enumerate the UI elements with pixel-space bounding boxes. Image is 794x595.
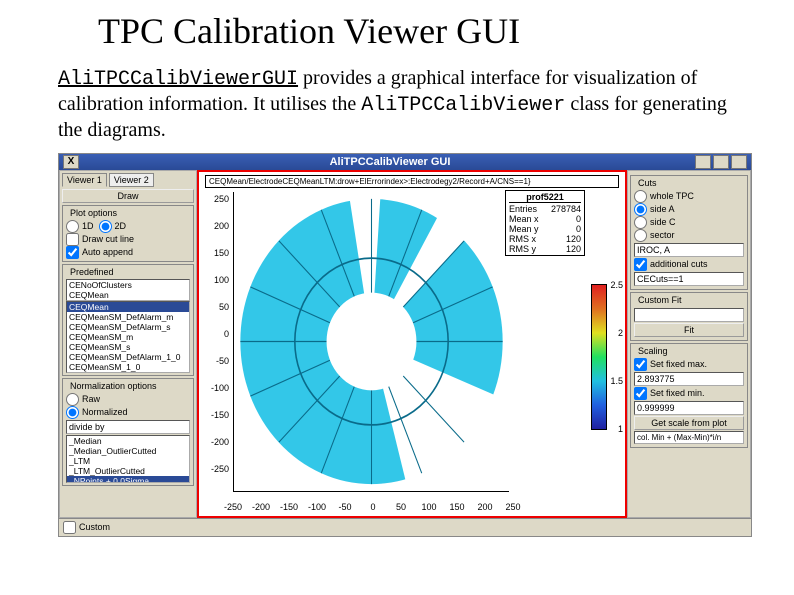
tab-viewer2[interactable]: Viewer 2 [109,173,154,187]
cb-setmin[interactable]: Set fixed min. [634,387,744,400]
radio-sideA[interactable]: side A [634,203,744,216]
sector-field[interactable]: IROC, A [634,243,744,257]
scaling-group: Scaling Set fixed max. 2.893775 Set fixe… [630,343,748,448]
radio-sideC[interactable]: side C [634,216,744,229]
radio-1d[interactable]: ​1D ​2D [66,220,190,233]
radio-normalized[interactable]: Normalized [66,406,190,419]
formula-label: col. Min + (Max-Min)*i/n [634,431,744,444]
fit-field[interactable] [634,308,744,322]
window-title: AliTPCCalibViewer GUI [85,156,695,168]
cb-custom[interactable]: Custom [63,521,747,534]
titlebar[interactable]: X AliTPCCalibViewer GUI [59,154,751,170]
right-panel: Cuts whole TPC side A side C sector IROC… [627,170,751,518]
normalization-group: Normalization options Raw Normalized div… [62,378,194,486]
description: AliTPCCalibViewerGUI provides a graphica… [58,66,744,143]
app-window: X AliTPCCalibViewer GUI Viewer 1 Viewer … [58,153,752,537]
page-title: TPC Calibration Viewer GUI [98,10,744,52]
min-field[interactable]: 0.999999 [634,401,744,415]
radio-whole[interactable]: whole TPC [634,190,744,203]
left-panel: Viewer 1 Viewer 2 Draw Plot options ​1D … [59,170,197,518]
plot-options-group: Plot options ​1D ​2D Draw cut line Auto … [62,205,194,262]
radio-sector[interactable]: sector [634,229,744,242]
close-window-icon[interactable] [731,155,747,169]
cb-setmax[interactable]: Set fixed max. [634,358,744,371]
maximize-icon[interactable] [713,155,729,169]
cb-cutline[interactable]: Draw cut line [66,233,190,246]
addcuts-field[interactable]: CECuts==1 [634,272,744,286]
plot-canvas[interactable]: CEQMean/ElectrodeCEQMeanLTM:drow+ElError… [197,170,627,518]
cb-autoappend[interactable]: Auto append [66,246,190,259]
norm-combo[interactable]: divide by [66,420,190,434]
fit-button[interactable]: Fit [634,323,744,337]
cb-addcuts[interactable]: additional cuts [634,258,744,271]
predef-list[interactable]: CEQMean CEQMeanSM_DefAlarm_m CEQMeanSM_D… [66,301,190,373]
close-icon[interactable]: X [63,155,79,169]
footer: Custom [59,518,751,536]
max-field[interactable]: 2.893775 [634,372,744,386]
predefined-group: Predefined CENoOfClusters CEQMean CEQMea… [62,264,194,376]
plot-title-text: CEQMean/ElectrodeCEQMeanLTM:drow+ElError… [205,175,619,188]
axes [233,192,509,492]
predef-header[interactable]: CENoOfClusters CEQMean [66,279,190,301]
customfit-group: Custom Fit Fit [630,292,748,341]
tab-viewer1[interactable]: Viewer 1 [62,173,107,187]
minimize-icon[interactable] [695,155,711,169]
tpc-heatmap [234,192,509,491]
cuts-group: Cuts whole TPC side A side C sector IROC… [630,175,748,290]
stats-box: prof5221 Entries278784 Mean x0 Mean y0 R… [505,190,585,256]
radio-raw[interactable]: Raw [66,393,190,406]
norm-list[interactable]: _Median _Median_OutlierCutted _LTM _LTM_… [66,435,190,483]
colorbar [591,284,607,430]
getscale-button[interactable]: Get scale from plot [634,416,744,430]
draw-button[interactable]: Draw [62,189,194,203]
